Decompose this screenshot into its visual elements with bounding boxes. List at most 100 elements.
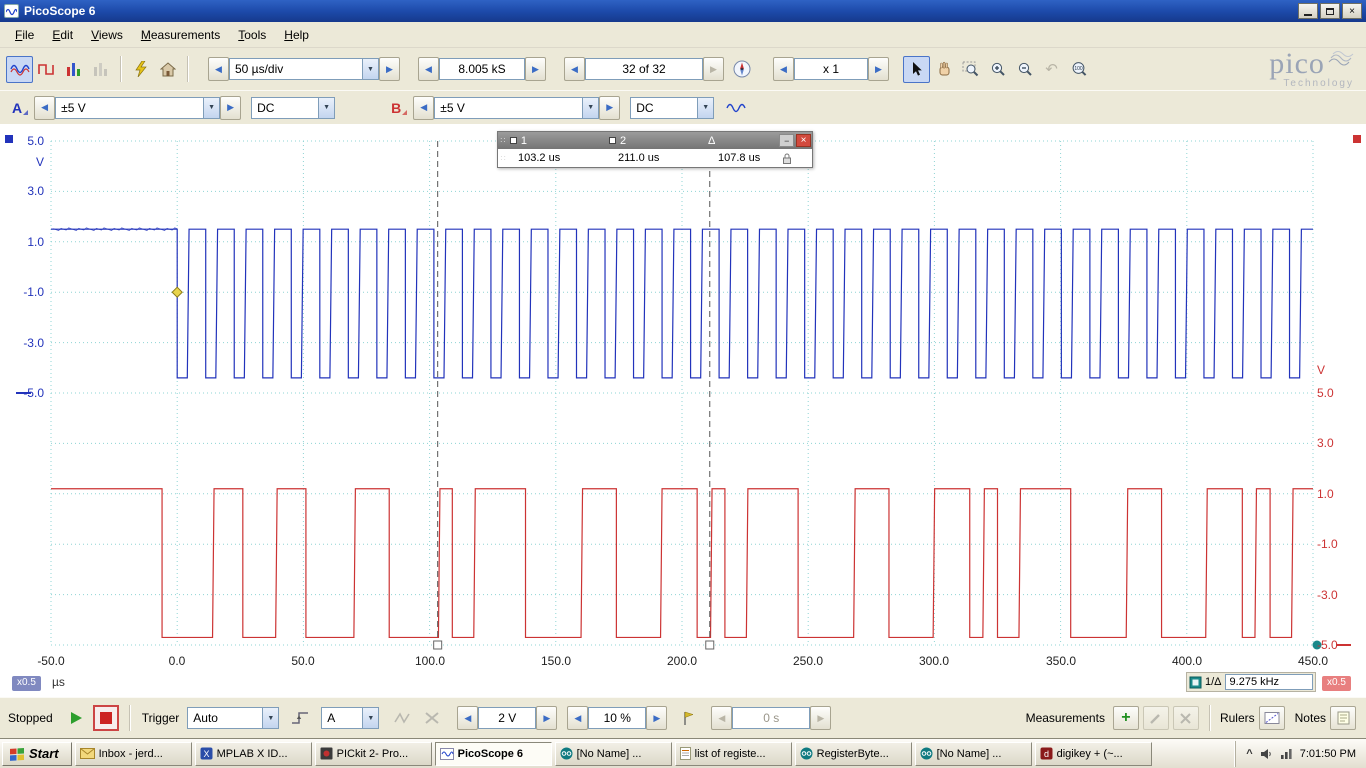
menu-file[interactable]: File [6, 24, 43, 46]
zoom-out-step-button[interactable]: ◀ [773, 57, 794, 81]
measurements-label: Measurements [1025, 711, 1105, 725]
samples-decrease-button[interactable]: ◀ [418, 57, 439, 81]
taskbar-item-registerbyte[interactable]: RegisterByte... [794, 741, 912, 766]
persistence-view-button[interactable] [87, 56, 114, 83]
advanced-trigger-button[interactable] [389, 706, 415, 730]
run-button[interactable] [63, 706, 89, 730]
menu-help[interactable]: Help [275, 24, 318, 46]
buffer-prev-button[interactable]: ◀ [564, 57, 585, 81]
holdoff-up-button[interactable]: ▶ [810, 706, 832, 730]
trigger-level-value[interactable]: 2 V [478, 707, 537, 729]
time-rulers-panel[interactable]: ∷ 1 2 Δ − × ∷ 103.2 us 211.0 us 107.8 us [497, 131, 813, 168]
buffer-position[interactable]: 32 of 32 [585, 58, 703, 80]
title-bar[interactable]: PicoScope 6 × [0, 0, 1366, 22]
zoom-in-tool-button[interactable] [984, 56, 1011, 83]
taskbar-item-mplab[interactable]: X MPLAB X ID... [194, 741, 312, 766]
channel-a-range-next-button[interactable]: ▶ [220, 95, 242, 120]
menu-edit[interactable]: Edit [43, 24, 82, 46]
stop-button[interactable] [92, 705, 119, 731]
buffer-next-button[interactable]: ▶ [703, 57, 724, 81]
zoom-factor-value[interactable]: x 1 [794, 58, 868, 80]
channel-b-range-select[interactable]: ±5 V ▼ [434, 96, 600, 119]
plus-icon: + [1121, 709, 1131, 726]
undo-zoom-button[interactable]: ↶ [1038, 56, 1065, 83]
timebase-prev-button[interactable]: ◀ [208, 57, 229, 81]
channel-b-range-prev-button[interactable]: ◀ [413, 95, 435, 120]
auto-setup-button[interactable] [127, 56, 154, 83]
notes-button[interactable] [1330, 706, 1356, 730]
picoscope-icon [439, 747, 454, 760]
trigger-marker-button[interactable] [675, 706, 701, 730]
taskbar-item-label: Inbox - jerd... [98, 747, 163, 760]
rulers-panel-header[interactable]: ∷ 1 2 Δ − × [498, 132, 812, 149]
delete-measurement-button[interactable] [1172, 706, 1199, 730]
pretrigger-up-button[interactable]: ▶ [646, 706, 668, 730]
lock-icon[interactable] [782, 152, 792, 165]
samples-increase-button[interactable]: ▶ [525, 57, 546, 81]
channel-a-label[interactable]: A [12, 100, 29, 116]
right-arrow-icon: ▶ [817, 712, 825, 723]
menu-views[interactable]: Views [82, 24, 132, 46]
spectrum-view-button[interactable] [60, 56, 87, 83]
start-button[interactable]: Start [2, 741, 72, 766]
restore-button[interactable] [1320, 3, 1340, 19]
speaker-icon[interactable] [1260, 748, 1273, 760]
close-button[interactable]: × [1342, 3, 1362, 19]
add-measurement-button[interactable]: + [1112, 706, 1139, 730]
holdoff-down-button[interactable]: ◀ [711, 706, 733, 730]
a-scale-badge[interactable]: x0.5 [12, 676, 41, 691]
channel-b-coupling-select[interactable]: DC ▼ [630, 96, 715, 119]
axis-a-label: 3.0 [27, 184, 44, 198]
zoom-in-step-button[interactable]: ▶ [868, 57, 889, 81]
pretrigger-value[interactable]: 10 % [588, 707, 647, 729]
channel-b-label[interactable]: B [391, 100, 408, 116]
taskbar-item-noname2[interactable]: [No Name] ... [914, 741, 1032, 766]
rulers-minimize-button[interactable]: − [779, 134, 795, 147]
tray-expand-icon[interactable]: ^ [1246, 748, 1252, 760]
zoom-window-tool-button[interactable] [957, 56, 984, 83]
channel-b-range-next-button[interactable]: ▶ [599, 95, 621, 120]
taskbar-item-inbox[interactable]: Inbox - jerd... [74, 741, 192, 766]
trigger-level-up-button[interactable]: ▶ [536, 706, 558, 730]
rulers-close-button[interactable]: × [796, 134, 812, 147]
taskbar-item-pickit[interactable]: PICkit 2- Pro... [314, 741, 432, 766]
zoom-full-button[interactable]: 100 [1065, 56, 1092, 83]
rapid-trigger-button[interactable] [419, 706, 445, 730]
zoom-out-tool-button[interactable] [1011, 56, 1038, 83]
cursor-arrow-icon [913, 62, 922, 76]
signal-bars-icon[interactable] [1280, 748, 1293, 759]
taskbar-item-list[interactable]: list of registe... [674, 741, 792, 766]
drag-grip-icon[interactable]: ∷ [498, 136, 508, 145]
taskbar-item-picoscope[interactable]: PicoScope 6 [434, 741, 552, 766]
channel-a-range-prev-button[interactable]: ◀ [34, 95, 56, 120]
channel-a-range-select[interactable]: ±5 V ▼ [55, 96, 221, 119]
taskbar-item-digikey[interactable]: d digikey + (~... [1034, 741, 1152, 766]
taskbar-item-noname1[interactable]: [No Name] ... [554, 741, 672, 766]
trigger-source-select[interactable]: A ▼ [321, 707, 380, 729]
rulers-button[interactable] [1258, 706, 1285, 730]
holdoff-value[interactable]: 0 s [732, 707, 811, 729]
menu-measurements[interactable]: Measurements [132, 24, 229, 46]
minimize-button[interactable] [1298, 3, 1318, 19]
home-settings-button[interactable] [154, 56, 181, 83]
trigger-edge-button[interactable] [287, 706, 313, 730]
channel-a-coupling-select[interactable]: DC ▼ [251, 96, 336, 119]
pretrigger-down-button[interactable]: ◀ [567, 706, 589, 730]
right-arrow-icon: ▶ [543, 712, 551, 723]
b-scale-badge[interactable]: x0.5 [1322, 676, 1351, 691]
rulers-label: Rulers [1219, 711, 1255, 725]
probe-options-button[interactable] [722, 94, 749, 121]
scope-canvas[interactable] [0, 124, 1366, 697]
timebase-select[interactable]: 50 µs/div ▼ [229, 58, 379, 80]
buffer-navigator-button[interactable] [728, 56, 755, 83]
trigger-level-down-button[interactable]: ◀ [457, 706, 479, 730]
menu-tools[interactable]: Tools [229, 24, 275, 46]
scope-view-button[interactable] [6, 55, 33, 83]
xy-view-button[interactable] [33, 56, 60, 83]
pointer-tool-button[interactable] [903, 55, 930, 83]
trigger-mode-select[interactable]: Auto ▼ [187, 707, 280, 729]
hand-tool-button[interactable] [930, 56, 957, 83]
samples-value[interactable]: 8.005 kS [439, 58, 525, 80]
timebase-next-button[interactable]: ▶ [379, 57, 400, 81]
edit-measurement-button[interactable] [1142, 706, 1169, 730]
